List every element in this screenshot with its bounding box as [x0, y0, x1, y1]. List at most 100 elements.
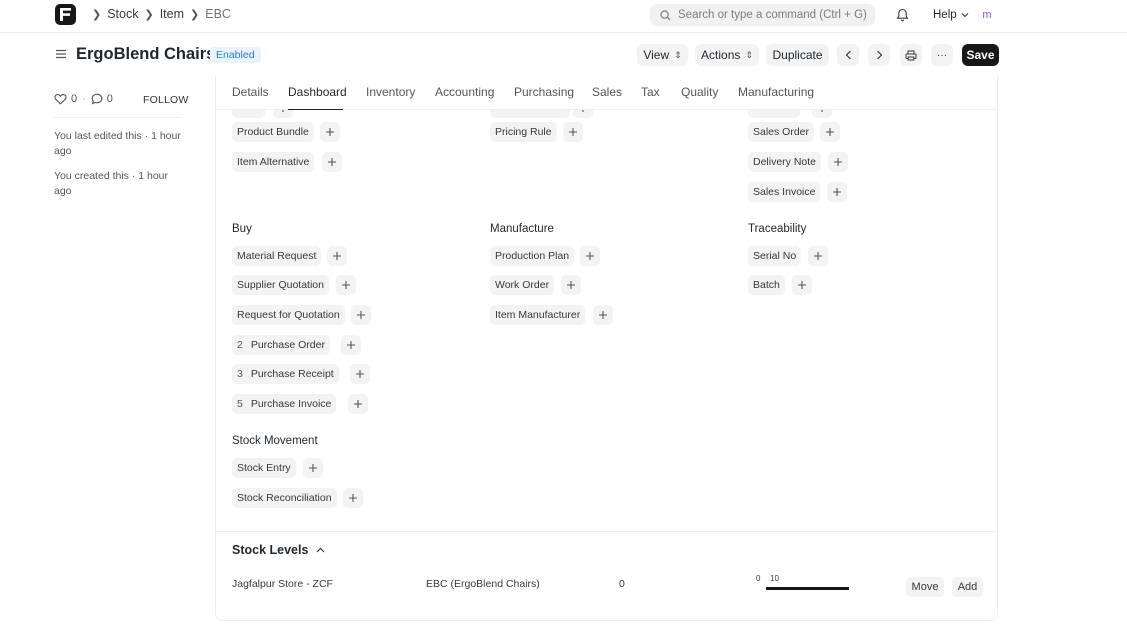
tab-sales[interactable]: Sales — [592, 85, 622, 99]
add-icon[interactable] — [351, 305, 371, 325]
chevron-up-icon — [317, 547, 325, 553]
add-icon[interactable] — [828, 152, 848, 172]
form-tabs: Details Dashboard Inventory Accounting P… — [216, 76, 997, 110]
updown-caret-icon: ⇕ — [674, 49, 682, 60]
duplicate-button[interactable]: Duplicate — [766, 44, 829, 66]
add-icon[interactable] — [348, 394, 368, 414]
connection-chip-purchase-invoice[interactable]: 5 Purchase Invoice — [232, 394, 337, 414]
connection-chip-delivery-note[interactable]: Delivery Note — [748, 152, 822, 172]
breadcrumb-current[interactable]: EBC — [205, 7, 231, 21]
previous-record-button[interactable] — [837, 44, 859, 66]
tab-dashboard[interactable]: Dashboard — [288, 85, 347, 99]
comment-count: 0 — [106, 93, 113, 105]
connection-chip-product-bundle[interactable]: Product Bundle — [232, 122, 314, 142]
heart-icon[interactable] — [54, 93, 67, 105]
add-stock-button[interactable]: Add — [952, 577, 983, 597]
stock-level-bar — [766, 587, 849, 590]
last-edited-note: You last edited this · 1 hour ago — [54, 130, 181, 157]
app-logo-icon[interactable] — [55, 4, 76, 25]
connection-chip-pricing-rule[interactable]: Pricing Rule — [490, 122, 557, 142]
add-icon[interactable] — [322, 152, 342, 172]
active-tab-indicator — [288, 109, 343, 110]
connection-label: Purchase Invoice — [250, 398, 332, 410]
add-icon[interactable] — [808, 246, 828, 266]
sidebar-divider — [54, 117, 182, 118]
connection-chip-request-for-quotation[interactable]: Request for Quotation — [232, 305, 345, 325]
search-icon — [660, 9, 671, 21]
add-icon[interactable] — [792, 275, 812, 295]
warehouse-name[interactable]: Jagfalpur Store - ZCF — [232, 578, 333, 590]
connection-label: Purchase Order — [250, 339, 325, 351]
breadcrumb-stock[interactable]: Stock — [107, 7, 138, 21]
tab-quality[interactable]: Quality — [681, 85, 718, 99]
add-icon[interactable] — [341, 335, 361, 355]
group-title-traceability: Traceability — [748, 223, 807, 235]
connection-chip-stock-entry[interactable]: Stock Entry — [232, 458, 296, 478]
stock-levels-section-toggle[interactable]: Stock Levels — [232, 543, 325, 557]
add-icon[interactable] — [563, 122, 583, 142]
stock-levels-title: Stock Levels — [232, 543, 309, 557]
add-icon[interactable] — [827, 182, 847, 202]
avatar[interactable]: m — [977, 5, 997, 25]
group-title-manufacture: Manufacture — [490, 223, 554, 235]
follow-button[interactable]: FOLLOW — [143, 94, 189, 106]
add-icon[interactable] — [327, 246, 347, 266]
connection-chip-sales-order[interactable]: Sales Order — [748, 122, 815, 142]
add-icon[interactable] — [561, 275, 581, 295]
connection-chip-work-order[interactable]: Work Order — [490, 275, 555, 295]
search-input[interactable]: Search or type a command (Ctrl + G) — [650, 4, 875, 26]
tab-purchasing[interactable]: Purchasing — [514, 85, 574, 99]
connection-chip-item-alternative[interactable]: Item Alternative — [232, 152, 315, 172]
stock-bar-min-label: 0 — [756, 574, 761, 583]
connection-count: 2 — [237, 339, 243, 351]
add-icon[interactable] — [343, 488, 363, 508]
sidebar-toggle-icon[interactable] — [55, 48, 67, 60]
add-icon[interactable] — [580, 246, 600, 266]
updown-caret-icon: ⇕ — [745, 49, 753, 60]
chevron-right-icon: ❯ — [144, 8, 154, 21]
more-options-button[interactable]: ··· — [931, 44, 953, 66]
add-icon[interactable] — [820, 122, 840, 142]
view-button[interactable]: View ⇕ — [637, 44, 688, 66]
stock-item-name: EBC (ErgoBlend Chairs) — [426, 578, 540, 590]
connection-chip-material-request[interactable]: Material Request — [232, 246, 322, 266]
move-stock-button[interactable]: Move — [906, 577, 944, 597]
group-title-stock-movement: Stock Movement — [232, 435, 318, 447]
next-record-button[interactable] — [868, 44, 890, 66]
tab-details[interactable]: Details — [232, 85, 269, 99]
chevron-down-icon — [961, 13, 969, 18]
separator-dot: · — [82, 93, 86, 105]
tab-manufacturing[interactable]: Manufacturing — [738, 85, 814, 99]
connection-count: 5 — [237, 398, 243, 410]
help-dropdown[interactable]: Help — [933, 9, 969, 21]
engagement-stats: 0 · 0 — [54, 93, 113, 105]
search-placeholder: Search or type a command (Ctrl + G) — [678, 9, 867, 21]
connection-chip-item-manufacturer[interactable]: Item Manufacturer — [490, 305, 586, 325]
add-icon[interactable] — [593, 305, 613, 325]
connection-chip-sales-invoice[interactable]: Sales Invoice — [748, 182, 821, 202]
connection-chip-production-plan[interactable]: Production Plan — [490, 246, 575, 266]
connection-chip-purchase-receipt[interactable]: 3 Purchase Receipt — [232, 364, 339, 384]
add-icon[interactable] — [320, 122, 340, 142]
section-divider — [216, 531, 997, 532]
tab-tax[interactable]: Tax — [641, 85, 660, 99]
breadcrumb-item[interactable]: Item — [160, 7, 184, 21]
connection-chip-serial-no[interactable]: Serial No — [748, 246, 802, 266]
add-icon[interactable] — [336, 275, 356, 295]
connection-chip-purchase-order[interactable]: 2 Purchase Order — [232, 335, 330, 355]
chevron-right-icon: ❯ — [92, 8, 102, 21]
notification-bell-icon[interactable] — [896, 8, 909, 22]
tab-accounting[interactable]: Accounting — [435, 85, 494, 99]
connection-chip-stock-reconciliation[interactable]: Stock Reconciliation — [232, 488, 337, 508]
connection-count: 3 — [237, 368, 243, 380]
add-icon[interactable] — [303, 458, 323, 478]
print-button[interactable] — [900, 44, 922, 66]
connection-chip-supplier-quotation[interactable]: Supplier Quotation — [232, 275, 329, 295]
tab-inventory[interactable]: Inventory — [366, 85, 415, 99]
save-button[interactable]: Save — [962, 44, 999, 66]
add-icon[interactable] — [350, 364, 370, 384]
stock-bar-max-label: 10 — [770, 574, 779, 583]
actions-button[interactable]: Actions ⇕ — [695, 44, 759, 66]
connection-chip-batch[interactable]: Batch — [748, 275, 785, 295]
comment-icon[interactable] — [91, 93, 103, 105]
